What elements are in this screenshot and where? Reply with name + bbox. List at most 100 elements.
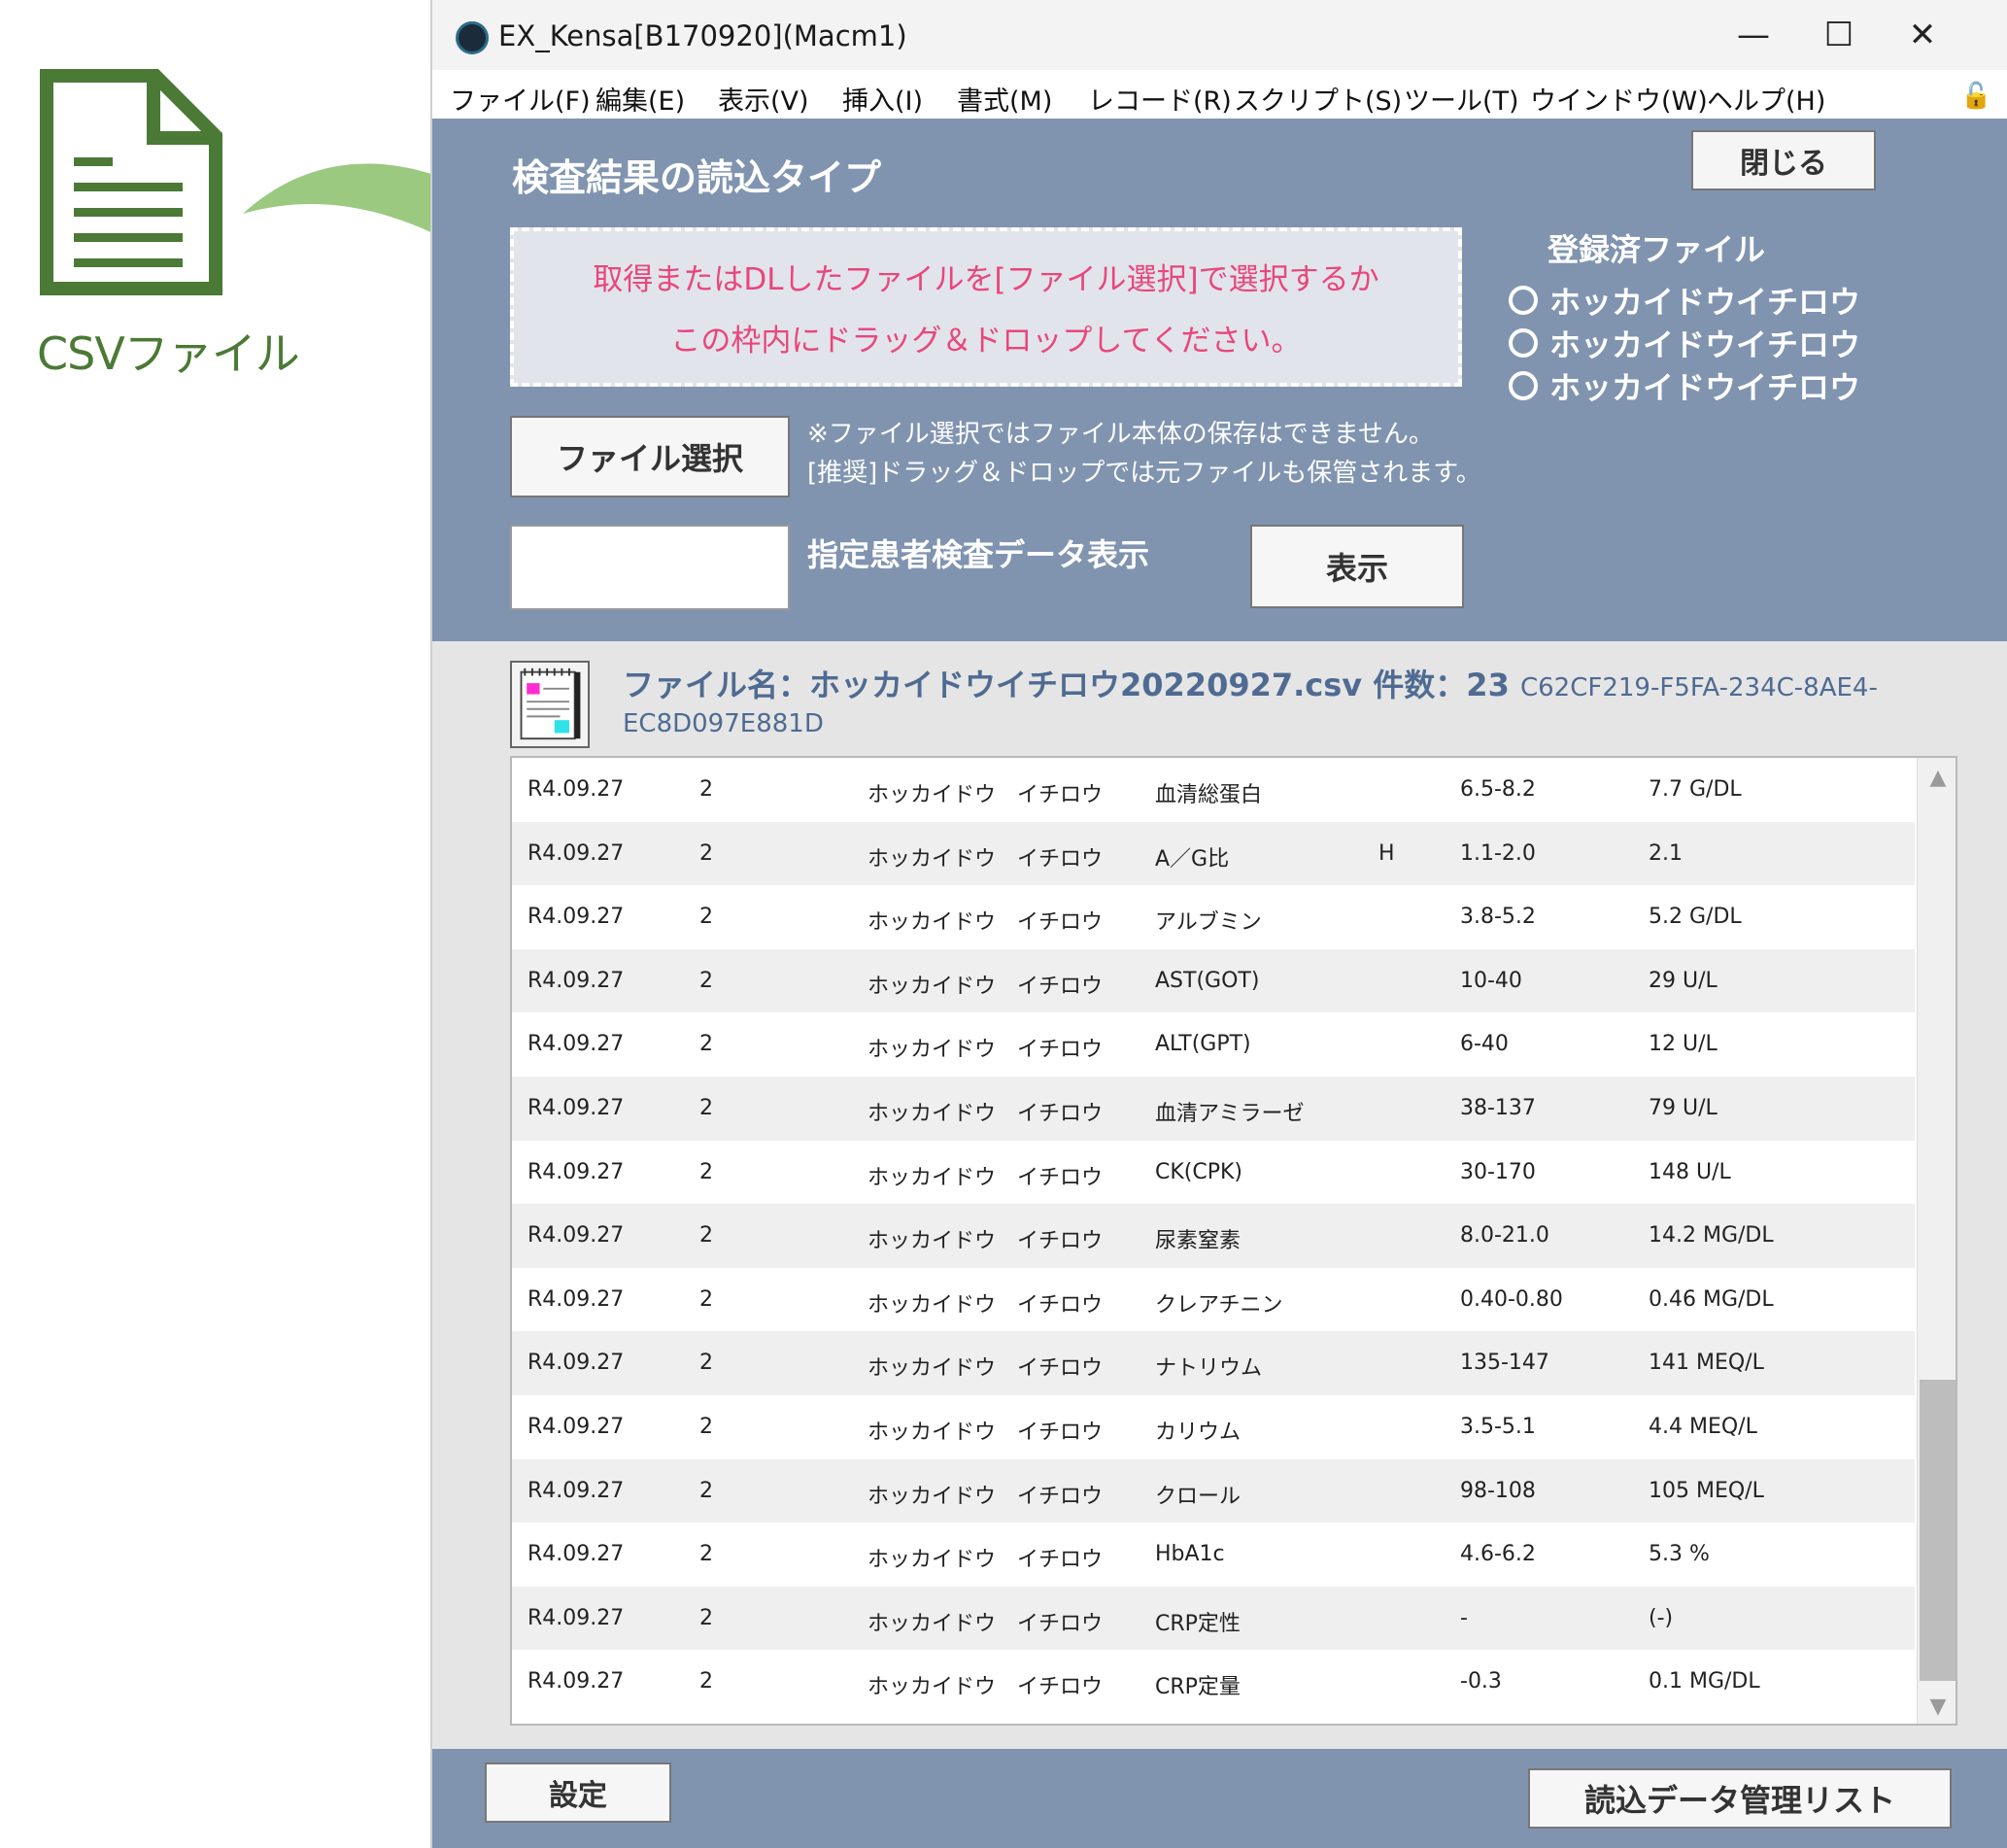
patient-id-input[interactable] <box>510 525 790 610</box>
test-item-cell: 尿素窒素 <box>1155 1229 1242 1254</box>
menu-bar: ファイル(F) 編集(E) 表示(V) 挿入(I) 書式(M) レコード(R) … <box>432 70 2007 119</box>
date-cell: R4.09.27 <box>527 968 625 993</box>
import-list-button[interactable]: 読込データ管理リスト <box>1528 1768 1952 1829</box>
reference-range-cell: 3.8-5.2 <box>1460 905 1536 930</box>
patient-name-cell: ホッカイドウ イチロウ <box>867 846 1104 872</box>
file-select-button[interactable]: ファイル選択 <box>510 416 790 497</box>
table-row[interactable]: R4.09.27 2 ホッカイドウ イチロウ ナトリウム 135-147 141 MEQ/… <box>512 1331 1915 1395</box>
table-row[interactable]: R4.09.27 2 ホッカイドウ イチロウ アルブミン 3.8-5.2 5.2 G/DL <box>512 885 1915 949</box>
table-row[interactable]: R4.09.27 2 ホッカイドウ イチロウ 尿素窒素 8.0-21.0 14.2 MG/… <box>512 1204 1915 1268</box>
radio-button-icon[interactable] <box>1509 286 1538 315</box>
close-button[interactable]: 閉じる <box>1691 130 1876 190</box>
result-cell: 29 U/L <box>1649 968 1718 993</box>
menu-insert[interactable]: 挿入(I) <box>842 80 923 118</box>
count-cell: 2 <box>699 840 713 866</box>
drop-zone-line1: 取得またはDLしたファイルを[ファイル選択]で選択するか <box>593 262 1379 297</box>
test-item-cell: ALT(GPT) <box>1155 1032 1251 1057</box>
test-item-cell: ナトリウム <box>1155 1356 1263 1382</box>
table-row[interactable]: R4.09.27 2 ホッカイドウ イチロウ CRP定性 - (-) <box>512 1586 1915 1651</box>
radio-button-icon[interactable] <box>1509 371 1538 400</box>
menu-window[interactable]: ウインドウ(W) <box>1530 80 1708 118</box>
drop-zone[interactable]: 取得またはDLしたファイルを[ファイル選択]で選択するか この枠内にドラッグ＆ド… <box>510 227 1462 387</box>
menu-format[interactable]: 書式(M) <box>957 80 1052 118</box>
close-window-button[interactable]: ✕ <box>1893 14 1952 56</box>
menu-edit[interactable]: 編集(E) <box>595 80 685 118</box>
count-cell: 2 <box>699 1351 713 1376</box>
count-cell: 2 <box>699 1159 713 1184</box>
file-uuid: C62CF219-F5FA-234C-8AE4- <box>1519 673 1878 702</box>
reference-range-cell: 6.5-8.2 <box>1460 777 1536 802</box>
menu-tools[interactable]: ツール(T) <box>1404 80 1519 118</box>
file-info: ファイル名：ホッカイドウイチロウ20220927.csv 件数：23 C62CF… <box>623 661 1878 705</box>
table-row[interactable]: R4.09.27 2 ホッカイドウ イチロウ AST(GOT) 10-40 29 U/L <box>512 948 1915 1013</box>
result-cell: 12 U/L <box>1649 1032 1718 1057</box>
menu-record[interactable]: レコード(R) <box>1088 80 1232 118</box>
menu-view[interactable]: 表示(V) <box>718 80 809 118</box>
patient-name-cell: ホッカイドウ イチロウ <box>867 1675 1104 1700</box>
date-cell: R4.09.27 <box>527 1605 625 1630</box>
menu-script[interactable]: スクリプト(S) <box>1234 80 1402 118</box>
maximize-button[interactable]: ☐ <box>1810 14 1868 56</box>
registered-file-radio[interactable]: ホッカイドウイチロウ <box>1509 278 1860 323</box>
reference-range-cell: -0.3 <box>1460 1669 1502 1694</box>
date-cell: R4.09.27 <box>527 1159 625 1184</box>
result-cell: 79 U/L <box>1649 1095 1718 1120</box>
settings-button[interactable]: 設定 <box>485 1762 671 1823</box>
scroll-down-icon[interactable]: ▼ <box>1918 1687 1956 1724</box>
count-cell: 2 <box>699 968 713 993</box>
result-cell: 4.4 MEQ/L <box>1649 1414 1757 1439</box>
result-cell: 148 U/L <box>1649 1159 1731 1184</box>
minimize-button[interactable]: — <box>1724 14 1783 56</box>
table-row[interactable]: R4.09.27 2 ホッカイドウ イチロウ HbA1c 4.6-6.2 5.3 % <box>512 1523 1915 1587</box>
radio-button-icon[interactable] <box>1509 328 1538 358</box>
registered-file-radio[interactable]: ホッカイドウイチロウ <box>1509 321 1860 365</box>
date-cell: R4.09.27 <box>527 1351 625 1376</box>
patient-name-cell: ホッカイドウ イチロウ <box>867 1548 1104 1573</box>
patient-name-cell: ホッカイドウ イチロウ <box>867 1038 1104 1063</box>
vertical-scrollbar[interactable]: ▲ ▼ <box>1917 758 1956 1724</box>
count-cell: 2 <box>699 1286 713 1312</box>
count-cell: 2 <box>699 1032 713 1057</box>
table-row[interactable]: R4.09.27 2 ホッカイドウ イチロウ ALT(GPT) 6-40 12 U/L <box>512 1012 1915 1077</box>
patient-name-cell: ホッカイドウ イチロウ <box>867 1356 1104 1382</box>
bottom-bar: 設定 読込データ管理リスト <box>432 1749 2007 1848</box>
table-row[interactable]: R4.09.27 2 ホッカイドウ イチロウ CRP定量 -0.3 0.1 MG/DL <box>512 1650 1915 1714</box>
registered-file-radio[interactable]: ホッカイドウイチロウ <box>1509 363 1860 408</box>
table-row[interactable]: R4.09.27 2 ホッカイドウ イチロウ 血清アミラーゼ 38-137 79 U/L <box>512 1076 1915 1141</box>
results-table[interactable]: R4.09.27 2 ホッカイドウ イチロウ 血清総蛋白 6.5-8.2 7.7 G/DL… <box>510 756 1957 1726</box>
title-bar[interactable]: EX_Kensa[B170920](Macm1) — ☐ ✕ <box>432 0 2007 70</box>
test-item-cell: CK(CPK) <box>1155 1159 1243 1184</box>
patient-name-cell: ホッカイドウ イチロウ <box>867 974 1104 999</box>
reference-range-cell: 10-40 <box>1460 968 1522 993</box>
table-row[interactable]: R4.09.27 2 ホッカイドウ イチロウ 血清総蛋白 6.5-8.2 7.7 G/DL <box>512 758 1915 822</box>
registered-file-label: ホッカイドウイチロウ <box>1549 284 1861 321</box>
app-logo-icon <box>456 21 489 54</box>
lock-icon[interactable]: 🔓 <box>1960 82 1991 111</box>
patient-name-cell: ホッカイドウ イチロウ <box>867 1484 1104 1509</box>
reference-range-cell: 6-40 <box>1460 1032 1509 1057</box>
table-row[interactable]: R4.09.27 2 ホッカイドウ イチロウ A／G比 H 1.1-2.0 2.1 <box>512 821 1915 886</box>
test-item-cell: クロール <box>1155 1484 1242 1509</box>
import-type-panel: 検査結果の読込タイプ 閉じる 取得またはDLしたファイルを[ファイル選択]で選択… <box>432 119 2007 641</box>
count-cell: 2 <box>699 1478 713 1503</box>
patient-name-cell: ホッカイドウ イチロウ <box>867 910 1104 936</box>
reference-range-cell: 98-108 <box>1460 1478 1536 1503</box>
menu-file[interactable]: ファイル(F) <box>450 80 591 118</box>
reference-range-cell: 4.6-6.2 <box>1460 1542 1536 1567</box>
test-item-cell: AST(GOT) <box>1155 968 1260 993</box>
table-row[interactable]: R4.09.27 2 ホッカイドウ イチロウ CK(CPK) 30-170 148 U/L <box>512 1140 1915 1205</box>
table-row[interactable]: R4.09.27 2 ホッカイドウ イチロウ カリウム 3.5-5.1 4.4 MEQ/L <box>512 1394 1915 1459</box>
menu-help[interactable]: ヘルプ(H) <box>1707 80 1825 118</box>
patient-name-cell: ホッカイドウ イチロウ <box>867 783 1104 807</box>
table-row[interactable]: R4.09.27 2 ホッカイドウ イチロウ クロール 98-108 105 MEQ/L <box>512 1458 1915 1523</box>
registered-files-heading: 登録済ファイル <box>1548 231 1766 268</box>
scroll-thumb[interactable] <box>1920 1380 1956 1681</box>
scroll-up-icon[interactable]: ▲ <box>1918 758 1956 797</box>
flag-cell: H <box>1378 840 1395 866</box>
result-cell: (-) <box>1649 1605 1674 1630</box>
notebook-icon[interactable] <box>510 661 590 748</box>
result-cell: 5.2 G/DL <box>1649 905 1742 930</box>
table-row[interactable]: R4.09.27 2 ホッカイドウ イチロウ クレアチニン 0.40-0.80 0.46 … <box>512 1267 1915 1332</box>
result-cell: 5.3 % <box>1649 1542 1710 1567</box>
show-button[interactable]: 表示 <box>1250 525 1464 608</box>
